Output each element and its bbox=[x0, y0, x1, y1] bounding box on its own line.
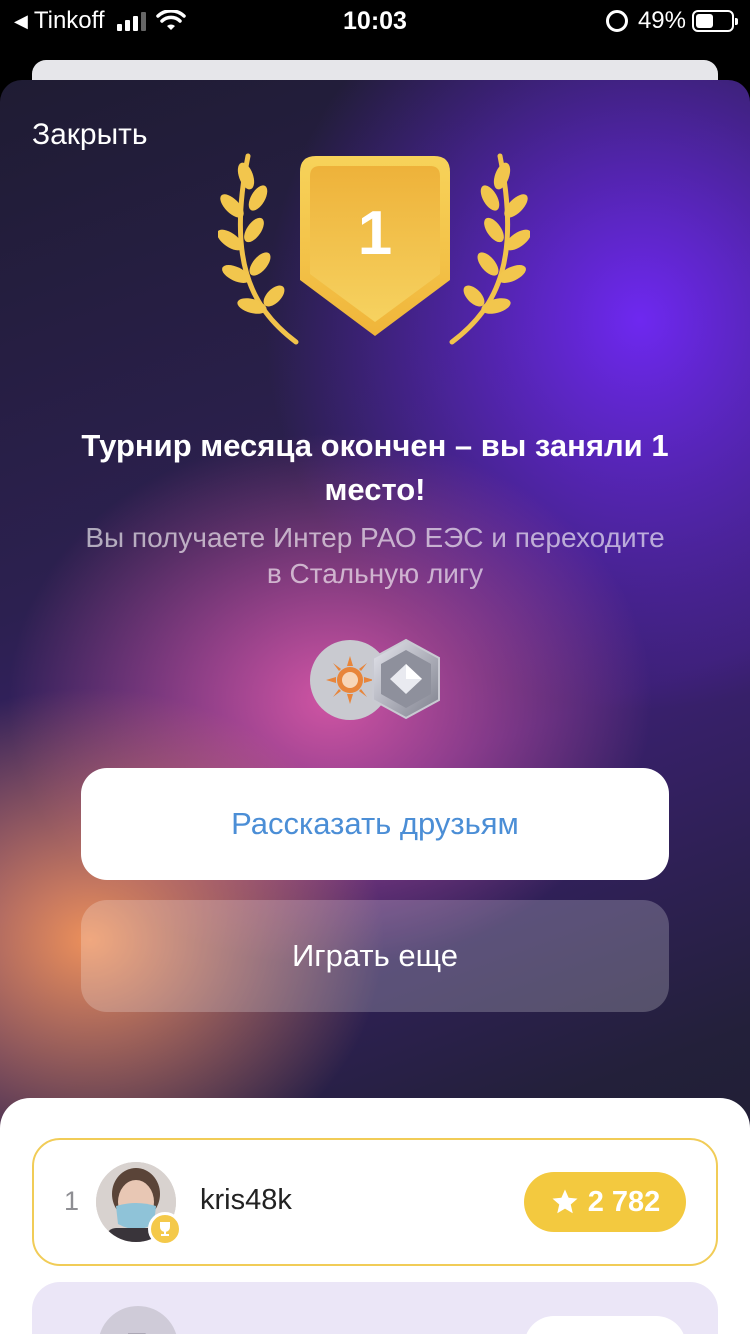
battery-icon bbox=[692, 10, 738, 32]
status-bar: ◀ Tinkoff 10:03 49% bbox=[0, 0, 750, 42]
leaderboard-row-current-user[interactable]: 1 kris48k 2 782 bbox=[32, 1138, 718, 1266]
star-icon bbox=[552, 1189, 578, 1214]
result-title: Турнир месяца окончен – вы заняли 1 мест… bbox=[81, 428, 669, 507]
avatar: Б bbox=[98, 1306, 178, 1334]
score-value: 2 782 bbox=[587, 1185, 661, 1218]
rank-number: 1 bbox=[64, 1186, 80, 1216]
alarm-icon bbox=[605, 10, 628, 32]
league-badge-icon bbox=[372, 638, 440, 720]
leaderboard: 1 kris48k 2 782 Б bbox=[0, 1098, 750, 1334]
place-number: 1 bbox=[357, 199, 393, 268]
battery-fill bbox=[696, 14, 713, 28]
laurel-left-icon bbox=[218, 153, 299, 345]
status-right: 49% bbox=[605, 7, 738, 35]
trophy-icon bbox=[148, 1212, 182, 1246]
battery-percent: 49% bbox=[637, 7, 686, 34]
laurel-right-icon bbox=[449, 153, 530, 345]
result-subtitle: Вы получаете Интер РАО ЕЭС и переходите … bbox=[85, 522, 665, 589]
close-button[interactable]: Закрыть bbox=[32, 118, 148, 152]
username: kris48k bbox=[200, 1184, 292, 1216]
reward-icons bbox=[310, 638, 450, 722]
score-badge: 2 782 bbox=[524, 1172, 686, 1232]
share-with-friends-button[interactable]: Рассказать друзьям bbox=[81, 768, 669, 880]
score-badge bbox=[524, 1316, 686, 1334]
leaderboard-row[interactable]: Б bbox=[32, 1282, 718, 1334]
play-again-button[interactable]: Играть еще bbox=[81, 900, 669, 1012]
